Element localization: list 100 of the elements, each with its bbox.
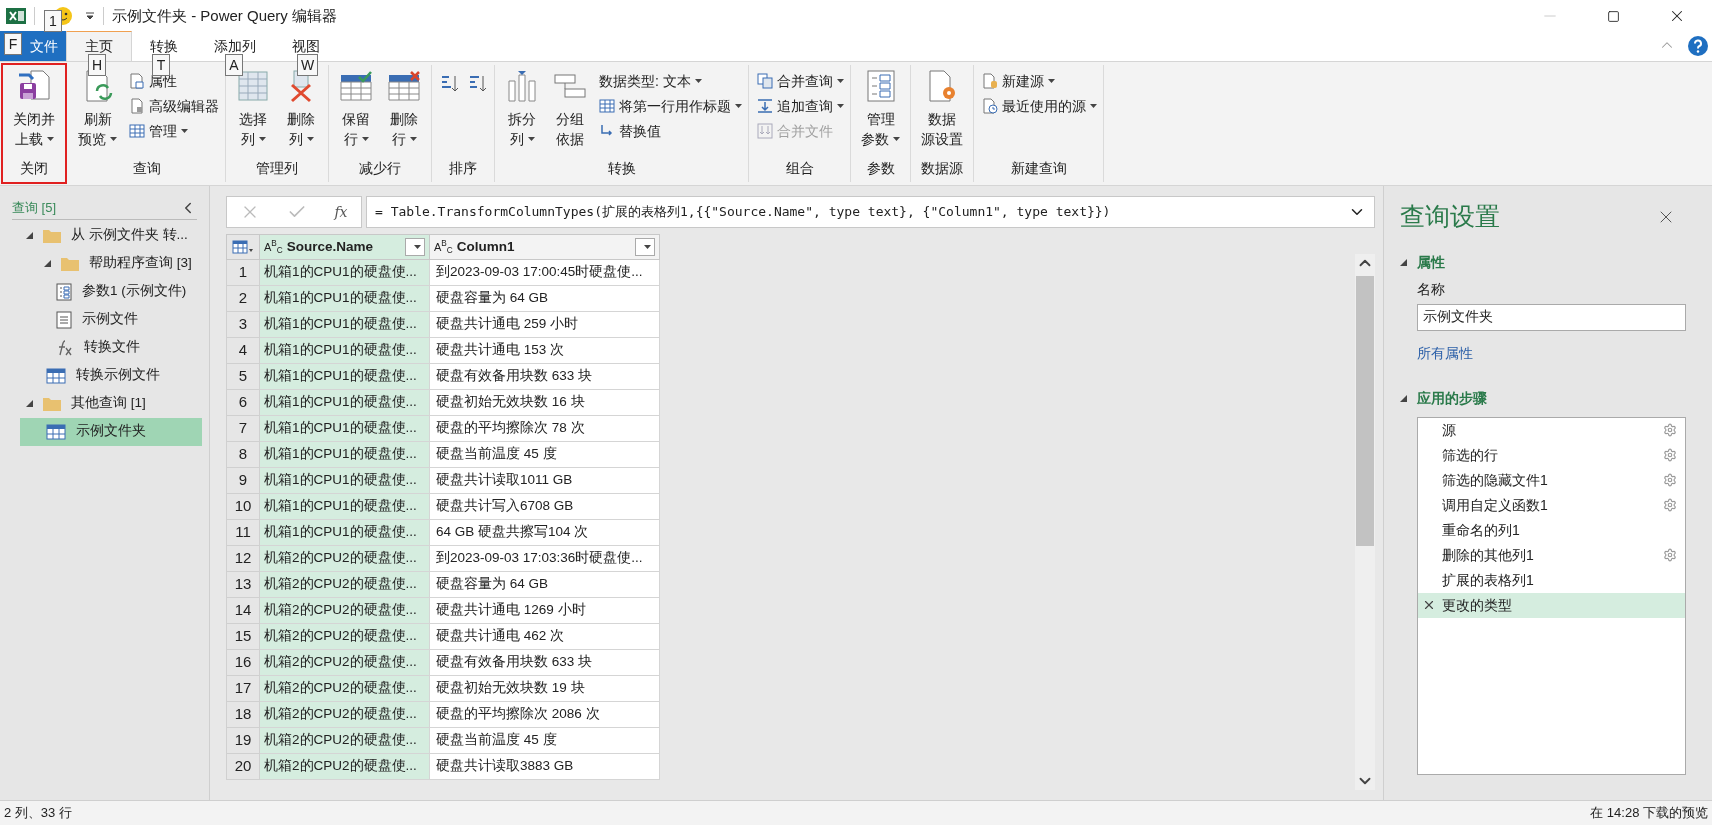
expand-triangle-icon[interactable]: [26, 232, 33, 239]
all-properties-link[interactable]: 所有属性: [1417, 342, 1473, 364]
table-cell: 机箱1的CPU1的硬盘使...: [260, 260, 430, 286]
caret-icon: [258, 137, 266, 141]
folder-icon: [61, 256, 79, 271]
ribbon-button[interactable]: 替换值: [597, 119, 744, 143]
settings-icon[interactable]: [1663, 448, 1677, 462]
ribbon-group-label: 转换: [606, 159, 637, 178]
delete-step-icon[interactable]: [1422, 598, 1436, 612]
caret-icon: [413, 245, 421, 249]
keytip-tooltip: H: [88, 54, 107, 76]
filter-dropdown[interactable]: [635, 238, 655, 256]
table-cell: 硬盘容量为 64 GB: [430, 286, 660, 312]
excel-logo-icon[interactable]: [6, 6, 26, 26]
query-item[interactable]: 示例文件夹: [20, 417, 202, 446]
caret-icon: [893, 137, 900, 141]
table-cell: 硬盘当前温度 45 度: [430, 442, 660, 468]
customize-toolbar-icon[interactable]: [85, 11, 95, 21]
query-item[interactable]: 转换示例文件: [20, 361, 202, 390]
name-field[interactable]: 示例文件夹: [1417, 303, 1686, 331]
ribbon-group-label: 减少行: [358, 159, 402, 178]
ribbon-button[interactable]: 关闭并 上载: [7, 69, 61, 149]
expand-triangle-icon[interactable]: [44, 260, 51, 267]
expand-triangle-icon[interactable]: [26, 400, 33, 407]
query-item[interactable]: 帮助程序查询 [3]: [20, 249, 202, 278]
ribbon-button[interactable]: 高级编辑器: [127, 94, 221, 118]
ribbon-group-label: 查询: [131, 159, 162, 178]
caret-icon: [694, 79, 702, 83]
section-heading: 应用的步骤: [1417, 388, 1487, 408]
filter-dropdown[interactable]: [405, 238, 425, 256]
ribbon-button[interactable]: 保留 行: [333, 69, 379, 149]
ribbon-button[interactable]: 数据 源设置: [915, 69, 969, 149]
document-icon: [129, 98, 145, 114]
keytip-tooltip: T: [152, 54, 170, 76]
step-item[interactable]: 筛选的行: [1418, 442, 1685, 468]
table-cell: 硬盘共计通电 462 次: [430, 624, 660, 650]
table-cell: 到2023-09-03 17:00:45时硬盘使...: [430, 260, 660, 286]
ribbon-tab[interactable]: 主页: [66, 31, 132, 61]
ribbon-button[interactable]: 管理: [127, 119, 221, 143]
ribbon-button[interactable]: 合并查询: [755, 69, 846, 93]
ribbon-group-label: 组合: [784, 159, 815, 178]
table-cell: 机箱2的CPU2的硬盘使...: [260, 624, 430, 650]
column-header[interactable]: A$^{B}$$_{C}$ Column1: [430, 234, 660, 260]
maximize-icon[interactable]: [1607, 9, 1620, 23]
table-cell: 硬盘有效备用块数 633 块: [430, 650, 660, 676]
step-item[interactable]: 源: [1418, 417, 1685, 443]
settings-icon[interactable]: [1663, 423, 1677, 437]
vertical-scrollbar[interactable]: [1355, 254, 1375, 790]
ribbon-button[interactable]: 分组 依据: [547, 69, 593, 149]
step-item[interactable]: 调用自定义函数1: [1418, 492, 1685, 518]
row-number: 10: [226, 494, 260, 520]
ribbon-group-label: 关闭: [19, 159, 49, 178]
query-item[interactable]: 其他查询 [1]: [20, 389, 202, 418]
table-menu[interactable]: [226, 234, 260, 260]
ribbon-button[interactable]: 拆分 列: [499, 69, 545, 149]
ribbon-button[interactable]: 删除 行: [381, 69, 427, 149]
row-number: 15: [226, 624, 260, 650]
settings-icon[interactable]: [1663, 473, 1677, 487]
ribbon-group-label: 参数: [865, 159, 896, 178]
formula-field[interactable]: = Table.TransformColumnTypes(扩展的表格列1,{{"Source.Name", type text}, {"Column1", type text}}): [366, 196, 1375, 228]
expand-triangle-icon[interactable]: [1400, 394, 1407, 402]
row-number: 13: [226, 572, 260, 598]
ribbon-button[interactable]: 将第一行用作标题: [597, 94, 744, 118]
query-item[interactable]: 示例文件: [20, 305, 202, 334]
section-heading: 属性: [1417, 252, 1445, 272]
caret-icon: [46, 137, 54, 141]
ribbon-button[interactable]: 新建源: [980, 69, 1099, 93]
table-cell: 机箱1的CPU1的硬盘使...: [260, 312, 430, 338]
ribbon-group-label: 新建查询: [1009, 159, 1068, 178]
step-item[interactable]: 扩展的表格列1: [1418, 567, 1685, 593]
table-cell: 硬盘容量为 64 GB: [430, 572, 660, 598]
row-number: 7: [226, 416, 260, 442]
settings-icon[interactable]: [1663, 548, 1677, 562]
table-cell: 机箱1的CPU1的硬盘使...: [260, 286, 430, 312]
row-number: 4: [226, 338, 260, 364]
step-item[interactable]: 重命名的列1: [1418, 517, 1685, 543]
table-cell: 64 GB 硬盘共擦写104 次: [430, 520, 660, 546]
ribbon-button[interactable]: 管理 参数: [855, 69, 906, 149]
column-header[interactable]: A$^{B}$$_{C}$ Source.Name: [260, 234, 430, 260]
merge-queries-icon: [757, 73, 773, 89]
settings-icon[interactable]: [1663, 498, 1677, 512]
step-item[interactable]: 筛选的隐藏文件1: [1418, 467, 1685, 493]
ribbon-button[interactable]: 追加查询: [755, 94, 846, 118]
step-item[interactable]: 更改的类型: [1418, 592, 1685, 618]
query-item[interactable]: 从 示例文件夹 转...: [20, 221, 202, 250]
step-item[interactable]: 删除的其他列1: [1418, 542, 1685, 568]
query-item[interactable]: 参数1 (示例文件): [20, 277, 202, 306]
table-cell: 机箱1的CPU1的硬盘使...: [260, 442, 430, 468]
table-icon: [599, 98, 615, 114]
help-icon[interactable]: [1688, 36, 1708, 56]
query-item[interactable]: 转换文件: [20, 333, 202, 362]
expand-triangle-icon[interactable]: [1400, 258, 1407, 266]
scrollbar-thumb[interactable]: [1356, 276, 1374, 546]
queries-heading: 查询 [5]: [12, 199, 57, 217]
caret-icon: [361, 137, 369, 141]
ribbon-button[interactable]: 最近使用的源: [980, 94, 1099, 118]
table-cell: 机箱1的CPU1的硬盘使...: [260, 494, 430, 520]
insert-function-button[interactable]: fx: [334, 201, 348, 223]
table-cell: 机箱2的CPU2的硬盘使...: [260, 676, 430, 702]
ribbon-button[interactable]: 数据类型: 文本: [597, 69, 744, 93]
